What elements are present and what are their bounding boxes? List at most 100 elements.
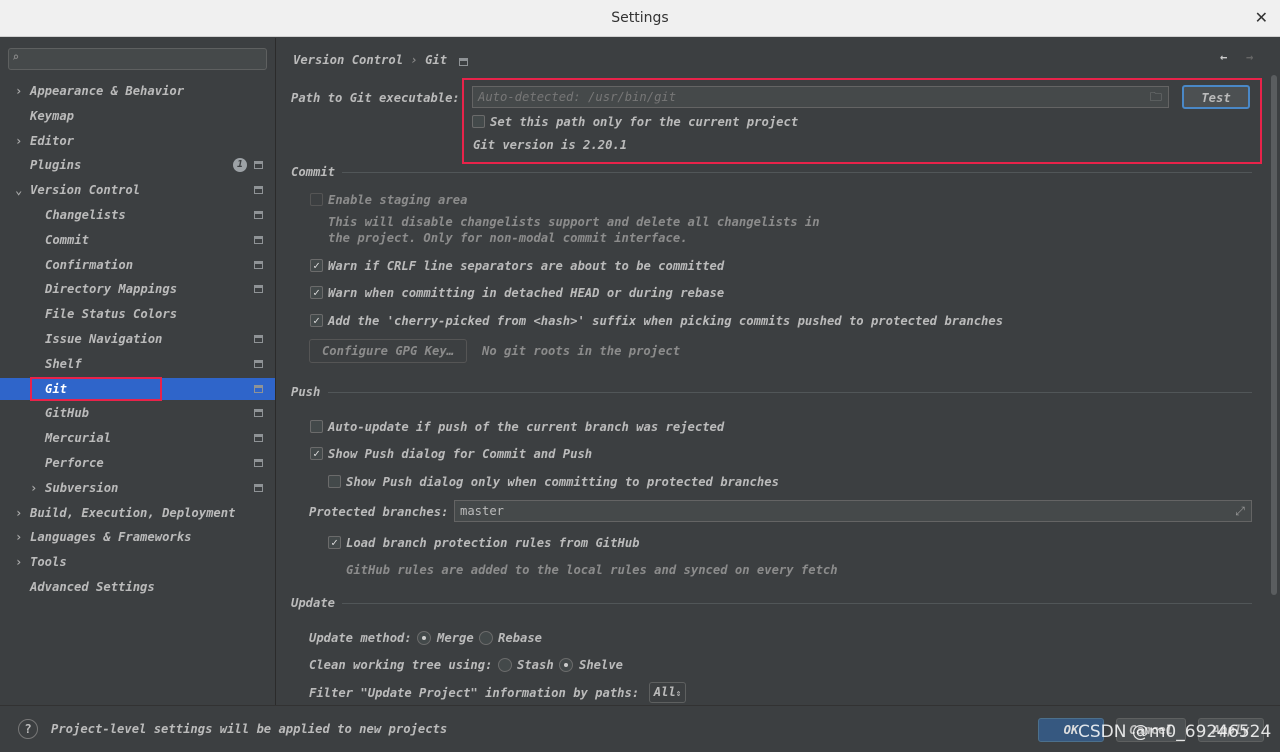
only-protected-checkbox[interactable] bbox=[328, 475, 341, 488]
sidebar-item-tools[interactable]: › Tools bbox=[0, 551, 275, 573]
filter-paths-label: Filter "Update Project" information by p… bbox=[309, 686, 640, 700]
sidebar-item-github[interactable]: GitHub bbox=[0, 402, 275, 424]
crlf-checkbox[interactable]: ✓ bbox=[310, 259, 323, 272]
detached-label: Warn when committing in detached HEAD or… bbox=[328, 286, 725, 300]
load-rules-label: Load branch protection rules from GitHub bbox=[346, 536, 640, 550]
sidebar-item-languages-frameworks[interactable]: › Languages & Frameworks bbox=[0, 526, 275, 548]
forward-arrow-icon[interactable]: → bbox=[1246, 50, 1253, 64]
sidebar-item-changelists[interactable]: Changelists bbox=[0, 204, 275, 226]
chevron-down-icon[interactable]: ⌄ bbox=[15, 179, 22, 201]
sidebar-item-directory-mappings[interactable]: Directory Mappings bbox=[0, 278, 275, 300]
search-icon: ⌕ bbox=[12, 50, 20, 64]
project-scope-icon bbox=[254, 186, 263, 195]
cherry-pick-checkbox[interactable]: ✓ bbox=[310, 314, 323, 327]
only-protected-label: Show Push dialog only when committing to… bbox=[346, 475, 779, 489]
chevron-right-icon[interactable]: › bbox=[15, 526, 22, 548]
sidebar-item-perforce[interactable]: Perforce bbox=[0, 452, 275, 474]
chevron-right-icon[interactable]: › bbox=[15, 551, 22, 573]
filter-paths-value: All bbox=[653, 685, 676, 699]
sidebar-item-shelf[interactable]: Shelf bbox=[0, 353, 275, 375]
highlight-box bbox=[30, 376, 162, 401]
sidebar-item-issue-navigation[interactable]: Issue Navigation bbox=[0, 328, 275, 350]
chevron-right-icon[interactable]: › bbox=[30, 477, 37, 499]
sidebar-item-label: Perforce bbox=[45, 456, 104, 470]
chevron-right-icon[interactable]: › bbox=[15, 80, 22, 102]
stash-radio[interactable] bbox=[498, 658, 512, 672]
breadcrumb-parent[interactable]: Version Control bbox=[293, 53, 403, 67]
sidebar-item-label: Appearance & Behavior bbox=[30, 84, 185, 98]
sidebar-item-label: Plugins bbox=[30, 158, 82, 173]
sidebar-item-label: Tools bbox=[30, 555, 67, 570]
sidebar-item-commit[interactable]: Commit bbox=[0, 229, 275, 251]
auto-update-checkbox[interactable] bbox=[310, 420, 323, 433]
protected-branches-input[interactable]: master ⤢ bbox=[454, 500, 1252, 522]
breadcrumb: Version Control › Git bbox=[293, 53, 447, 67]
scrollbar[interactable] bbox=[1271, 75, 1277, 595]
configure-gpg-button[interactable]: Configure GPG Key… bbox=[309, 339, 467, 363]
sidebar-item-label: Directory Mappings bbox=[45, 282, 178, 297]
sidebar-item-plugins[interactable]: Plugins 1 bbox=[0, 154, 275, 176]
project-scope-icon bbox=[254, 483, 263, 492]
sidebar-item-label: Build, Execution, Deployment bbox=[30, 505, 236, 520]
staging-checkbox[interactable] bbox=[310, 193, 323, 206]
no-roots-text: No git roots in the project bbox=[482, 344, 681, 358]
project-scope-icon bbox=[254, 459, 263, 467]
staging-note-1: This will disable changelists support an… bbox=[328, 215, 820, 229]
chevron-right-icon[interactable]: › bbox=[15, 130, 22, 152]
sidebar-item-file-status-colors[interactable]: File Status Colors bbox=[0, 303, 275, 325]
close-icon[interactable]: ✕ bbox=[1255, 8, 1268, 27]
watermark: CSDN @m0_69246524 bbox=[1078, 722, 1272, 742]
sidebar-item-label: File Status Colors bbox=[45, 307, 178, 322]
cherry-pick-label: Add the 'cherry-picked from <hash>' suff… bbox=[328, 314, 1004, 328]
commit-section-header: Commit bbox=[291, 165, 336, 179]
project-scope-icon bbox=[254, 359, 263, 368]
back-arrow-icon[interactable]: ← bbox=[1220, 50, 1227, 64]
merge-label: Merge bbox=[437, 631, 474, 645]
detached-checkbox[interactable]: ✓ bbox=[310, 286, 323, 299]
project-scope-icon bbox=[254, 260, 263, 269]
project-scope-icon bbox=[254, 335, 263, 343]
expand-icon[interactable]: ⤢ bbox=[1235, 501, 1245, 521]
sidebar-item-label: Commit bbox=[45, 232, 90, 247]
show-push-dialog-label: Show Push dialog for Commit and Push bbox=[328, 447, 593, 461]
sidebar-item-label: Version Control bbox=[30, 183, 141, 198]
show-push-dialog-checkbox[interactable]: ✓ bbox=[310, 447, 323, 460]
sidebar-item-appearance-behavior[interactable]: › Appearance & Behavior bbox=[0, 80, 275, 102]
sidebar-item-label: Shelf bbox=[45, 356, 82, 371]
clean-tree-label: Clean working tree using: bbox=[309, 658, 493, 672]
sidebar-item-label: Confirmation bbox=[45, 257, 134, 272]
update-count-badge: 1 bbox=[233, 158, 247, 173]
breadcrumb-separator: › bbox=[410, 53, 418, 67]
project-scope-icon bbox=[254, 409, 263, 418]
rebase-radio[interactable] bbox=[479, 631, 493, 645]
filter-paths-select[interactable]: All⇕ bbox=[649, 682, 686, 703]
sidebar-item-label: Subversion bbox=[45, 480, 119, 495]
sidebar-item-build-execution-deployment[interactable]: › Build, Execution, Deployment bbox=[0, 502, 275, 524]
sidebar-item-mercurial[interactable]: Mercurial bbox=[0, 427, 275, 449]
auto-update-label: Auto-update if push of the current branc… bbox=[328, 420, 725, 434]
chevron-right-icon[interactable]: › bbox=[15, 502, 22, 524]
stash-label: Stash bbox=[517, 658, 554, 672]
sidebar-item-editor[interactable]: › Editor bbox=[0, 130, 275, 152]
project-scope-icon bbox=[254, 211, 263, 219]
window-title: Settings bbox=[611, 10, 669, 26]
shelve-radio[interactable] bbox=[559, 658, 573, 672]
divider bbox=[342, 603, 1252, 604]
settings-search-input[interactable]: ⌕ bbox=[8, 48, 267, 70]
help-button[interactable]: ? bbox=[18, 719, 38, 739]
update-method-label: Update method: bbox=[309, 631, 412, 645]
sidebar-item-keymap[interactable]: Keymap bbox=[0, 105, 275, 127]
update-section-header: Update bbox=[291, 596, 336, 610]
sidebar-item-confirmation[interactable]: Confirmation bbox=[0, 254, 275, 276]
sidebar-item-label: GitHub bbox=[45, 406, 90, 421]
sidebar-item-label: Mercurial bbox=[45, 431, 112, 446]
staging-label: Enable staging area bbox=[328, 193, 468, 207]
sidebar-item-subversion[interactable]: › Subversion bbox=[0, 477, 275, 499]
merge-radio[interactable] bbox=[417, 631, 431, 645]
sidebar-item-label: Changelists bbox=[45, 208, 126, 222]
project-scope-icon bbox=[254, 285, 263, 294]
sidebar-item-version-control[interactable]: ⌄ Version Control bbox=[0, 179, 275, 201]
sidebar-item-advanced-settings[interactable]: Advanced Settings bbox=[0, 576, 275, 598]
staging-note-2: the project. Only for non-modal commit i… bbox=[328, 231, 688, 245]
load-rules-checkbox[interactable]: ✓ bbox=[328, 536, 341, 549]
